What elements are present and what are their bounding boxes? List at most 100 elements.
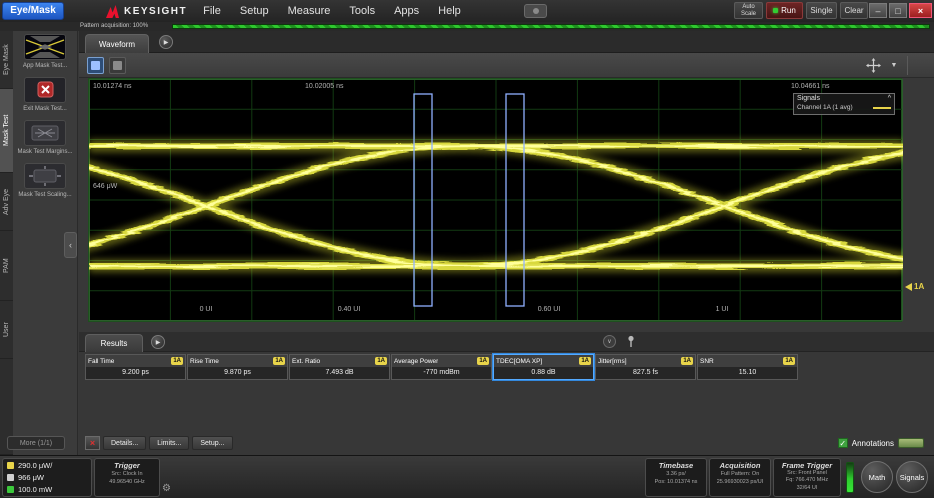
acquisition-pattern: Full Pattern: On <box>710 470 770 478</box>
run-button[interactable]: Run <box>766 2 803 19</box>
mask-scaling-icon <box>24 163 66 189</box>
timebase-scale: 3.36 ps/ <box>646 470 706 478</box>
clear-button[interactable]: Clear <box>840 2 868 19</box>
display-layout-single-button[interactable] <box>87 57 104 74</box>
annotations-checkbox[interactable]: ✓ <box>838 438 848 448</box>
signals-legend[interactable]: Signals ^ Channel 1A (1 avg) <box>793 93 895 115</box>
more-button[interactable]: More (1/1) <box>7 436 65 450</box>
marker-label: 1A <box>914 282 924 291</box>
auto-scale-button[interactable]: Auto Scale <box>734 2 763 19</box>
exit-mask-test-button[interactable]: Exit Mask Test... <box>14 77 76 113</box>
sidebar-tab-strip: Eye Mask Mask Test Adv Eye PAM User <box>0 31 13 455</box>
acquisition-panel[interactable]: Acquisition Full Pattern: On 25.96930023… <box>709 458 771 497</box>
measurement-name: Fall Time <box>88 358 114 365</box>
waveform-toolbar: ▼ <box>79 53 934 78</box>
measurement-fall-time[interactable]: Fall Time1A 9.200 ps <box>85 354 186 380</box>
measurement-tdec[interactable]: TDEC[OMA XP]1A 0.88 dB <box>493 354 594 380</box>
source-badge: 1A <box>375 357 387 365</box>
frame-trigger-ui: 32/64 UI <box>774 485 840 492</box>
remove-measurement-button[interactable]: × <box>85 436 100 450</box>
run-label: Run <box>781 6 796 15</box>
annotations-control: ✓ Annotations <box>838 438 924 448</box>
tab-user[interactable]: User <box>0 301 13 359</box>
timebase-title: Timebase <box>646 461 706 470</box>
results-collapse-icon[interactable]: ∨ <box>603 335 616 348</box>
details-button[interactable]: Details... <box>103 436 146 450</box>
annotations-color-pill[interactable] <box>898 438 924 448</box>
channel-row[interactable]: 966 μW <box>7 473 87 482</box>
source-badge: 1A <box>681 357 693 365</box>
time-annotation-right: 10.04661 ns <box>791 83 830 90</box>
menu-help[interactable]: Help <box>438 5 461 17</box>
titlebar: Eye/Mask KEYSIGHT File Setup Measure Too… <box>0 0 934 22</box>
maximize-button[interactable]: □ <box>889 3 907 18</box>
results-play-icon[interactable]: ▶ <box>151 335 165 349</box>
close-button[interactable]: × <box>909 3 932 18</box>
menu-setup[interactable]: Setup <box>240 5 269 17</box>
pin-icon[interactable] <box>627 335 635 353</box>
measurement-ext-ratio[interactable]: Ext. Ratio1A 7.493 dB <box>289 354 390 380</box>
channel-row[interactable]: 100.0 mW <box>7 485 87 494</box>
legend-entry[interactable]: Channel 1A (1 avg) <box>794 103 894 114</box>
pan-tool-icon[interactable] <box>864 57 882 74</box>
tool-label: Mask Test Margins... <box>16 148 74 156</box>
tab-mask-test[interactable]: Mask Test <box>0 89 13 173</box>
tab-pam[interactable]: PAM <box>0 231 13 301</box>
time-annotation-left: 10.01274 ns <box>93 83 132 90</box>
results-header: Results ▶ ∨ <box>79 332 934 352</box>
eye-mask-mode-button[interactable]: Eye/Mask <box>2 2 64 20</box>
signal-present-led <box>846 462 854 493</box>
screenshot-camera-icon[interactable] <box>524 4 547 18</box>
mask-test-scaling-button[interactable]: Mask Test Scaling... <box>14 163 76 199</box>
channel-row[interactable]: 290.0 μW/ <box>7 461 87 470</box>
setup-button[interactable]: Setup... <box>192 436 232 450</box>
timebase-panel[interactable]: Timebase 3.36 ps/ Pos: 10.01374 ns <box>645 458 707 497</box>
mask-test-margins-button[interactable]: Mask Test Margins... <box>14 120 76 156</box>
measurement-value: 9.870 ps <box>188 367 287 379</box>
measurement-value: 15.10 <box>698 367 797 379</box>
minimize-button[interactable]: – <box>869 3 887 18</box>
tab-results[interactable]: Results <box>85 334 143 352</box>
channel-color-swatch <box>7 474 14 481</box>
signals-button[interactable]: Signals <box>896 461 928 493</box>
single-button[interactable]: Single <box>806 2 837 19</box>
trigger-source: Src: Clock In <box>95 470 159 478</box>
menu-tools[interactable]: Tools <box>349 5 375 17</box>
menu-file[interactable]: File <box>203 5 221 17</box>
menu-apps[interactable]: Apps <box>394 5 419 17</box>
legend-entry-label: Channel 1A (1 avg) <box>797 104 853 111</box>
tab-waveform[interactable]: Waveform <box>85 34 149 53</box>
limits-button[interactable]: Limits... <box>149 436 189 450</box>
waveform-play-icon[interactable]: ▶ <box>159 35 173 49</box>
measurement-jitter-rms[interactable]: Jitter[rms]1A 827.5 fs <box>595 354 696 380</box>
app-mask-test-button[interactable]: App Mask Test... <box>14 34 76 70</box>
measurement-average-power[interactable]: Average Power1A -770 mdBm <box>391 354 492 380</box>
sidebar-collapse-icon[interactable]: ‹ <box>64 232 77 258</box>
run-indicator-icon <box>773 8 778 13</box>
measurement-value: 7.493 dB <box>290 367 389 379</box>
tab-eye-mask[interactable]: Eye Mask <box>0 31 13 89</box>
legend-collapse-icon[interactable]: ^ <box>888 95 891 102</box>
settings-gear-icon[interactable]: ⚙ <box>162 483 171 494</box>
measurement-rise-time[interactable]: Rise Time1A 9.870 ps <box>187 354 288 380</box>
tab-adv-eye[interactable]: Adv Eye <box>0 173 13 231</box>
display-layout-split-button[interactable] <box>109 57 126 74</box>
frame-trigger-panel[interactable]: Frame Trigger Src: Front Panel Fq: 766.4… <box>773 458 841 497</box>
toolbar-dropdown-icon[interactable]: ▼ <box>886 57 902 74</box>
eye-diagram-plot[interactable]: 10.01274 ns 10.02005 ns 10.04661 ns 646 … <box>88 78 902 322</box>
layout-chip-icon <box>113 61 122 70</box>
menu-measure[interactable]: Measure <box>288 5 331 17</box>
progress-label: Pattern acquisition: 100% <box>80 22 148 31</box>
brand: KEYSIGHT <box>106 5 187 18</box>
trigger-panel[interactable]: Trigger Src: Clock In 49.96540 GHz <box>94 458 160 497</box>
menubar: File Setup Measure Tools Apps Help <box>203 5 480 17</box>
math-button[interactable]: Math <box>861 461 893 493</box>
ui-label-060: 0.60 UI <box>525 306 573 313</box>
channel-1a-marker[interactable]: 1A <box>905 282 924 291</box>
results-panel: Results ▶ ∨ Fall Time1A 9.200 ps Rise Ti… <box>79 332 934 455</box>
channel-scale-block[interactable]: 290.0 μW/ 966 μW 100.0 mW <box>2 458 92 497</box>
measurement-snr[interactable]: SNR1A 15.10 <box>697 354 798 380</box>
measurement-value: 0.88 dB <box>494 367 593 379</box>
time-annotation-center: 10.02005 ns <box>305 83 344 90</box>
legend-color-line <box>873 107 891 109</box>
